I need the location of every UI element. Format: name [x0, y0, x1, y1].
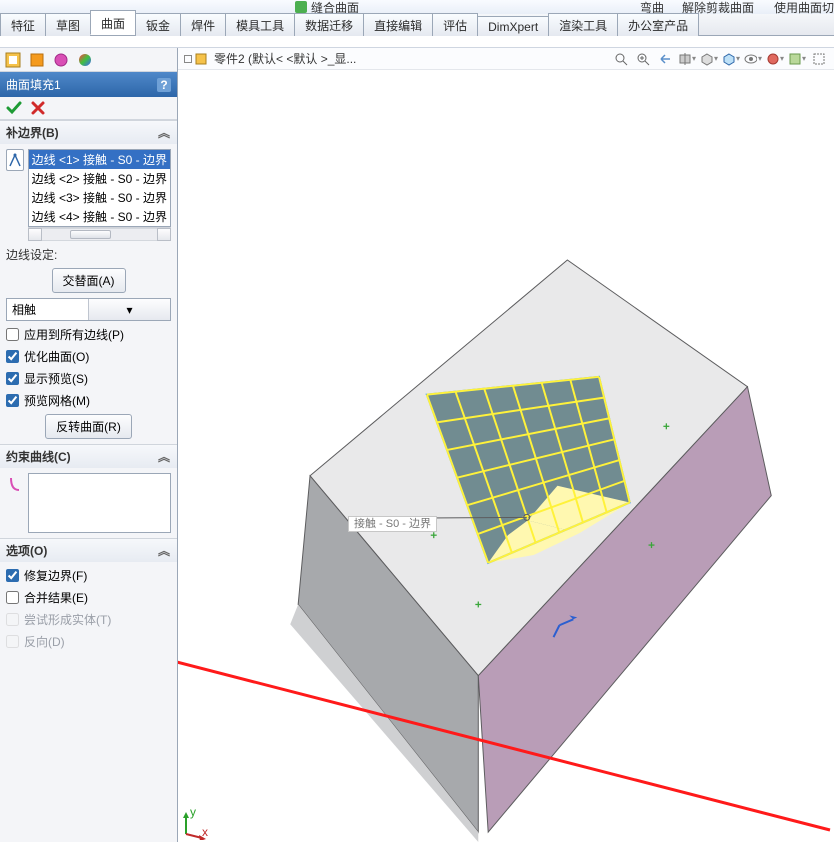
- chevron-down-icon: ▾: [88, 299, 170, 320]
- section-view-icon[interactable]: ▾: [678, 50, 696, 68]
- hide-show-icon[interactable]: ▾: [744, 50, 762, 68]
- heads-up-view-toolbar: ▾ ▾ ▾ ▾ ▾ ▾: [612, 50, 828, 68]
- section-options-header[interactable]: 选项(O) ︽: [0, 539, 177, 562]
- section-constraint-header[interactable]: 约束曲线(C) ︽: [0, 445, 177, 468]
- tab-sketch[interactable]: 草图: [45, 13, 91, 36]
- tab-directedit[interactable]: 直接编辑: [363, 13, 433, 36]
- scroll-right-button[interactable]: [157, 228, 171, 241]
- boundary-edges-listbox[interactable]: 边线 <1> 接触 - S0 - 边界 边线 <2> 接触 - S0 - 边界 …: [28, 149, 171, 227]
- section-boundary: 补边界(B) ︽ 边线 <1> 接触 - S0 - 边界 边线 <2> 接触 -…: [0, 120, 177, 444]
- tab-weldment[interactable]: 焊件: [180, 13, 226, 36]
- cancel-button[interactable]: [30, 100, 46, 116]
- check-fix-boundary[interactable]: 修复边界(F): [6, 567, 171, 584]
- edge-tooltip: 接触 - S0 - 边界: [348, 516, 437, 532]
- view-settings-icon[interactable]: [810, 50, 828, 68]
- section-options: 选项(O) ︽ 修复边界(F) 合并结果(E) 尝试形成实体(T) 反向(D): [0, 538, 177, 655]
- check-preview-mesh[interactable]: 预览网格(M): [6, 392, 171, 409]
- section-boundary-header[interactable]: 补边界(B) ︽: [0, 121, 177, 144]
- graphics-top-bar: 零件2 (默认< <默认 >_显... ▾ ▾ ▾ ▾ ▾ ▾: [178, 48, 834, 70]
- appearance-icon[interactable]: [76, 51, 94, 69]
- bend-icon: [295, 1, 307, 13]
- edge-selection-icon[interactable]: [6, 149, 24, 171]
- view-orientation-icon[interactable]: ▾: [700, 50, 718, 68]
- horizontal-scrollbar[interactable]: [28, 227, 171, 241]
- graphics-area-wrap: 零件2 (默认< <默认 >_显... ▾ ▾ ▾ ▾ ▾ ▾: [178, 48, 834, 842]
- svg-text:y: y: [190, 806, 196, 819]
- chevron-up-icon: ︽: [157, 450, 171, 464]
- ok-button[interactable]: [6, 100, 22, 116]
- check-apply-all[interactable]: 应用到所有边线(P): [6, 326, 171, 343]
- zoom-fit-icon[interactable]: [612, 50, 630, 68]
- feature-title-bar: 曲面填充1 ?: [0, 72, 177, 97]
- tab-office[interactable]: 办公室产品: [617, 13, 699, 36]
- part-name-label[interactable]: 零件2 (默认< <默认 >_显...: [214, 50, 356, 67]
- config-manager-icon[interactable]: [52, 51, 70, 69]
- scroll-left-button[interactable]: [28, 228, 42, 241]
- check-try-form-solid: 尝试形成实体(T): [6, 611, 171, 628]
- command-tab-bar: 特征 草图 曲面 钣金 焊件 模具工具 数据迁移 直接编辑 评估 DimXper…: [0, 14, 834, 36]
- check-optimize-surface[interactable]: 优化曲面(O): [6, 348, 171, 365]
- title-hint-right-2: 解除剪裁曲面: [682, 0, 754, 14]
- chevron-up-icon: ︽: [157, 544, 171, 558]
- scroll-track[interactable]: [42, 228, 157, 241]
- zoom-area-icon[interactable]: [634, 50, 652, 68]
- constraint-curves-listbox[interactable]: [28, 473, 171, 533]
- tab-features[interactable]: 特征: [0, 13, 46, 36]
- view-triad: y x: [180, 806, 210, 840]
- property-manager-icon[interactable]: [28, 51, 46, 69]
- help-icon[interactable]: ?: [157, 78, 171, 92]
- contact-type-combo[interactable]: 相触 ▾: [6, 298, 171, 321]
- tab-datamigration[interactable]: 数据迁移: [294, 13, 364, 36]
- model-cube: [178, 70, 834, 842]
- tab-surface[interactable]: 曲面: [90, 10, 136, 35]
- edge-setting-label: 边线设定:: [6, 246, 171, 263]
- check-merge-result[interactable]: 合并结果(E): [6, 589, 171, 606]
- feature-title-text: 曲面填充1: [6, 76, 61, 93]
- constraint-selection-icon[interactable]: [6, 473, 24, 495]
- edit-appearance-icon[interactable]: ▾: [766, 50, 784, 68]
- tab-sheetmetal[interactable]: 钣金: [135, 13, 181, 36]
- ok-cancel-row: [0, 97, 177, 120]
- scroll-thumb[interactable]: [70, 230, 110, 239]
- list-item[interactable]: 边线 <2> 接触 - S0 - 边界: [29, 169, 170, 188]
- list-item[interactable]: 边线 <1> 接触 - S0 - 边界: [29, 150, 170, 169]
- panel-tab-icons: [0, 48, 177, 72]
- alternate-face-button[interactable]: 交替面(A): [52, 268, 126, 293]
- check-show-preview[interactable]: 显示预览(S): [6, 370, 171, 387]
- title-hint-right: 弯曲: [640, 0, 664, 14]
- title-hint-right-3: 使用曲面切: [774, 0, 834, 14]
- tab-dimxpert[interactable]: DimXpert: [477, 16, 549, 36]
- tab-evaluate[interactable]: 评估: [432, 13, 478, 36]
- feature-tree-icon[interactable]: [4, 51, 22, 69]
- tab-moldtools[interactable]: 模具工具: [225, 13, 295, 36]
- ribbon-area: [0, 36, 834, 48]
- plus-icon: [184, 55, 192, 63]
- previous-view-icon[interactable]: [656, 50, 674, 68]
- chevron-up-icon: ︽: [157, 126, 171, 140]
- reverse-surface-button[interactable]: 反转曲面(R): [45, 414, 132, 439]
- check-reverse-direction: 反向(D): [6, 633, 171, 650]
- tab-render[interactable]: 渲染工具: [548, 13, 618, 36]
- section-constraint: 约束曲线(C) ︽: [0, 444, 177, 538]
- svg-text:x: x: [202, 825, 208, 839]
- apply-scene-icon[interactable]: ▾: [788, 50, 806, 68]
- display-style-icon[interactable]: ▾: [722, 50, 740, 68]
- flyout-tree-toggle[interactable]: [184, 52, 208, 66]
- feature-manager-panel: 曲面填充1 ? 补边界(B) ︽: [0, 48, 178, 842]
- part-icon: [194, 52, 208, 66]
- list-item[interactable]: 边线 <4> 接触 - S0 - 边界: [29, 207, 170, 226]
- title-hint-left: 缝合曲面: [295, 0, 359, 14]
- graphics-viewport[interactable]: 接触 - S0 - 边界 y x: [178, 70, 834, 842]
- list-item[interactable]: 边线 <3> 接触 - S0 - 边界: [29, 188, 170, 207]
